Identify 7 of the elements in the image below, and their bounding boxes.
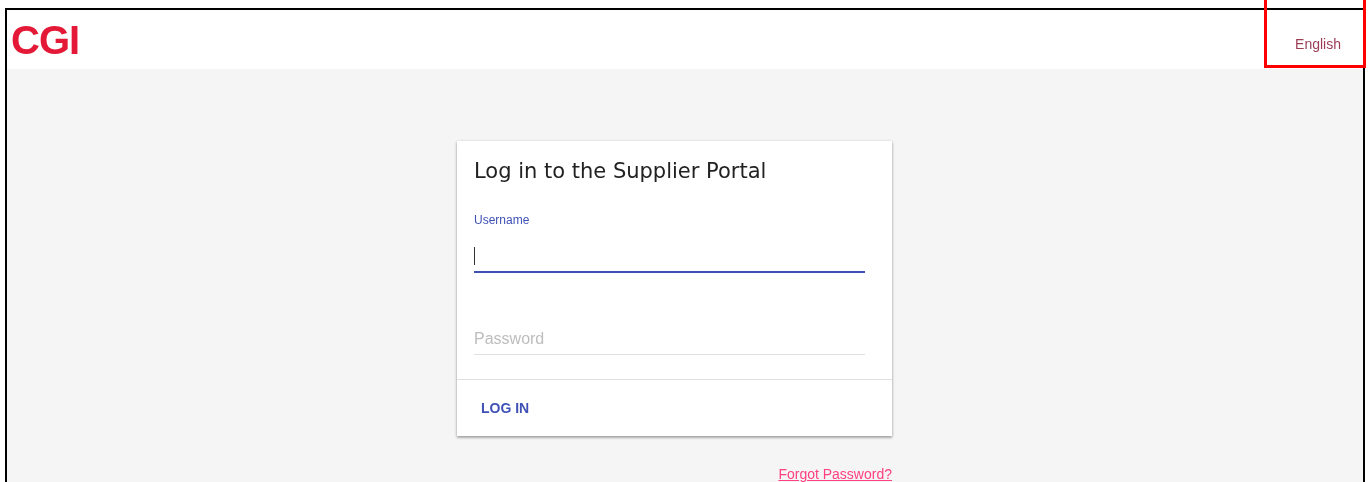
cgi-logo: CGI (11, 19, 80, 60)
password-field[interactable]: Password (474, 330, 865, 355)
text-cursor (474, 247, 475, 265)
card-title: Log in to the Supplier Portal (474, 159, 768, 183)
language-link[interactable]: English (1295, 35, 1341, 52)
field-label: Username (474, 213, 530, 227)
log-in-button[interactable]: LOG IN (473, 394, 538, 422)
